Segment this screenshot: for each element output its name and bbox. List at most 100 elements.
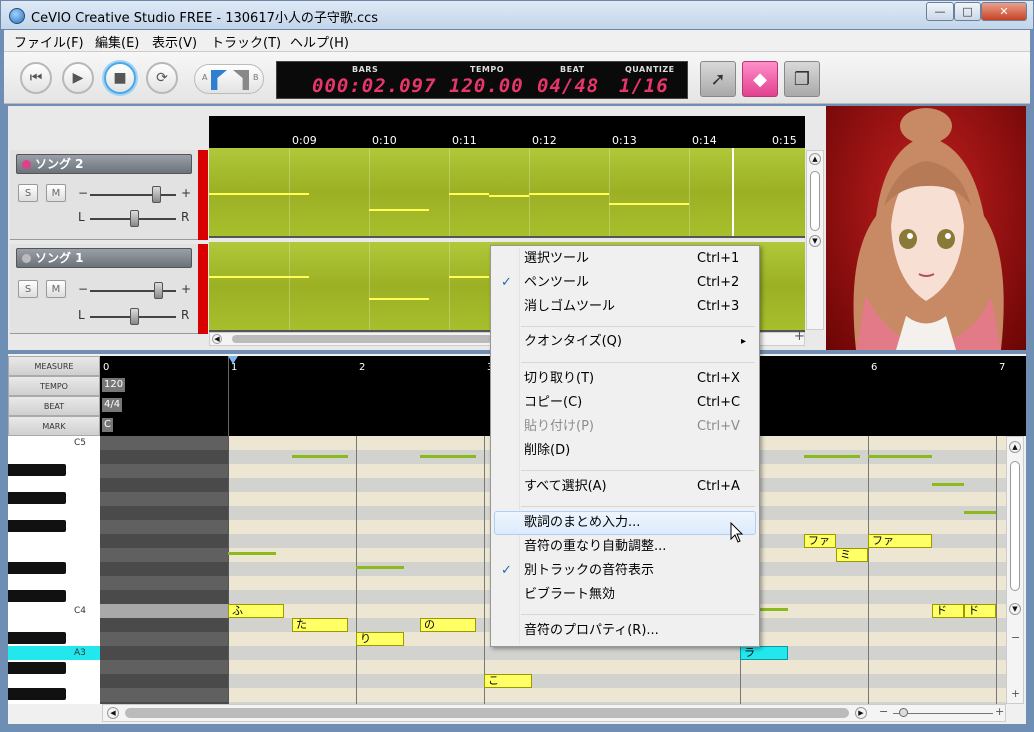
menu-item-vibrato-off[interactable]: ビブラート無効	[491, 583, 759, 607]
key-a3-highlight[interactable]: A3	[8, 646, 100, 660]
menu-separator	[521, 614, 755, 615]
black-key[interactable]	[8, 464, 66, 476]
scroll-thumb[interactable]	[232, 335, 492, 343]
track-name[interactable]: ソング 1	[16, 248, 192, 268]
menu-item-copy[interactable]: コピー(C) Ctrl+C	[491, 391, 759, 415]
menu-item-note-properties[interactable]: 音符のプロパティ(R)...	[491, 619, 759, 643]
zoom-knob[interactable]	[899, 708, 908, 717]
note[interactable]: ド	[932, 604, 964, 618]
minimize-button[interactable]: —	[926, 2, 954, 21]
menu-item-select-tool[interactable]: 選択ツール Ctrl+1	[491, 247, 759, 271]
piano-hscrollbar[interactable]: ◀ ▶ − +	[102, 704, 1006, 722]
volume-slider[interactable]	[90, 290, 176, 292]
black-key[interactable]	[8, 632, 66, 644]
mark-marker[interactable]: C	[102, 418, 113, 432]
pen-tool-button[interactable]: ◆	[742, 61, 778, 97]
black-key[interactable]	[8, 562, 66, 574]
black-key[interactable]	[8, 492, 66, 504]
b-marker-button[interactable]	[233, 70, 249, 90]
menu-file[interactable]: ファイル(F)	[14, 32, 84, 51]
menu-item-quantize[interactable]: クオンタイズ(Q) ▸	[491, 330, 759, 354]
menu-bar: ファイル(F) 編集(E) 表示(V) トラック(T) ヘルプ(H)	[4, 30, 1030, 52]
tempo-marker[interactable]: 120	[102, 378, 126, 392]
measure-line	[484, 436, 485, 704]
solo-button[interactable]: S	[18, 280, 38, 298]
scroll-up-icon[interactable]: ▲	[809, 153, 821, 165]
beat-marker[interactable]: 4/4	[102, 398, 123, 412]
menu-item-delete[interactable]: 削除(D)	[491, 439, 759, 463]
scroll-up-icon[interactable]: ▲	[1009, 441, 1021, 453]
note[interactable]: こ	[484, 674, 532, 688]
pan-knob[interactable]	[130, 210, 139, 227]
play-button[interactable]: ▶	[62, 62, 94, 94]
select-tool-button[interactable]: ➚	[700, 61, 736, 97]
note[interactable]: ミ	[836, 548, 868, 562]
menu-help[interactable]: ヘルプ(H)	[290, 32, 349, 51]
scroll-left-icon[interactable]: ◀	[107, 707, 119, 719]
stop-button[interactable]: ■	[104, 62, 136, 94]
note[interactable]: の	[420, 618, 476, 632]
scroll-down-icon[interactable]: ▼	[1009, 603, 1021, 615]
mute-button[interactable]: M	[46, 184, 66, 202]
menu-edit[interactable]: 編集(E)	[95, 32, 139, 51]
window-tool-button[interactable]: ❐	[784, 61, 820, 97]
menu-track[interactable]: トラック(T)	[211, 32, 281, 51]
beat-header-label: BEAT	[8, 396, 100, 416]
mute-button[interactable]: M	[46, 280, 66, 298]
track-vscrollbar[interactable]: ▲ ▼	[806, 150, 824, 330]
note[interactable]: ファ	[868, 534, 932, 548]
track-lane-song2[interactable]	[209, 148, 805, 238]
scroll-left-icon[interactable]: ◀	[212, 334, 222, 344]
rewind-button[interactable]: ⏮	[20, 62, 52, 94]
piano-vscrollbar[interactable]: ▲ ▼ − +	[1006, 436, 1024, 704]
zoom-plus-icon[interactable]: +	[995, 705, 1004, 718]
black-key[interactable]	[8, 520, 66, 532]
a-marker-button[interactable]	[211, 70, 227, 90]
pan-knob[interactable]	[130, 308, 139, 325]
maximize-button[interactable]: □	[954, 2, 981, 21]
menu-item-auto-overlap[interactable]: 音符の重なり自動調整...	[491, 535, 759, 559]
grid-line	[529, 148, 530, 236]
menu-item-eraser-tool[interactable]: 消しゴムツール Ctrl+3	[491, 295, 759, 319]
volume-slider[interactable]	[90, 194, 176, 196]
volume-minus-label: −	[78, 186, 89, 200]
note[interactable]: ド	[964, 604, 996, 618]
note[interactable]: ファ	[804, 534, 836, 548]
menu-item-pen-tool[interactable]: ✓ ペンツール Ctrl+2	[491, 271, 759, 295]
scroll-thumb[interactable]	[125, 708, 849, 718]
zoom-minus-icon[interactable]: −	[879, 705, 888, 718]
loop-button[interactable]: ⟳	[146, 62, 178, 94]
pan-left-label: L	[78, 210, 85, 224]
quantize-value: 1/16	[619, 75, 669, 97]
zoom-slider[interactable]	[893, 713, 993, 714]
menu-item-select-all[interactable]: すべて選択(A) Ctrl+A	[491, 475, 759, 499]
grid-line	[449, 148, 450, 236]
zoom-plus-icon[interactable]: +	[794, 329, 805, 344]
volume-knob[interactable]	[154, 282, 163, 299]
note[interactable]: ふ	[228, 604, 284, 618]
track-name[interactable]: ソング 2	[16, 154, 192, 174]
zoom-plus-icon[interactable]: +	[1011, 687, 1020, 700]
piano-keyboard[interactable]: C5 C4 A3	[8, 436, 100, 704]
ghost-note	[868, 455, 932, 458]
note[interactable]: り	[356, 632, 404, 646]
black-key[interactable]	[8, 590, 66, 602]
beat-value: 04/48	[537, 75, 600, 97]
menu-item-cut[interactable]: 切り取り(T) Ctrl+X	[491, 367, 759, 391]
menu-item-show-other-tracks[interactable]: ✓ 別トラックの音符表示	[491, 559, 759, 583]
note[interactable]: た	[292, 618, 348, 632]
menu-item-bulk-lyrics[interactable]: 歌詞のまとめ入力...	[494, 511, 756, 535]
scroll-thumb[interactable]	[1010, 461, 1020, 591]
volume-knob[interactable]	[152, 186, 161, 203]
zoom-minus-icon[interactable]: −	[1011, 631, 1020, 644]
black-key[interactable]	[8, 688, 66, 700]
scroll-thumb[interactable]	[810, 171, 820, 231]
menu-view[interactable]: 表示(V)	[152, 32, 197, 51]
black-key[interactable]	[8, 662, 66, 674]
pan-left-label: L	[78, 308, 85, 322]
note-selected[interactable]: ラ	[740, 646, 788, 660]
solo-button[interactable]: S	[18, 184, 38, 202]
scroll-right-icon[interactable]: ▶	[855, 707, 867, 719]
close-button[interactable]: ✕	[981, 2, 1027, 21]
scroll-down-icon[interactable]: ▼	[809, 235, 821, 247]
